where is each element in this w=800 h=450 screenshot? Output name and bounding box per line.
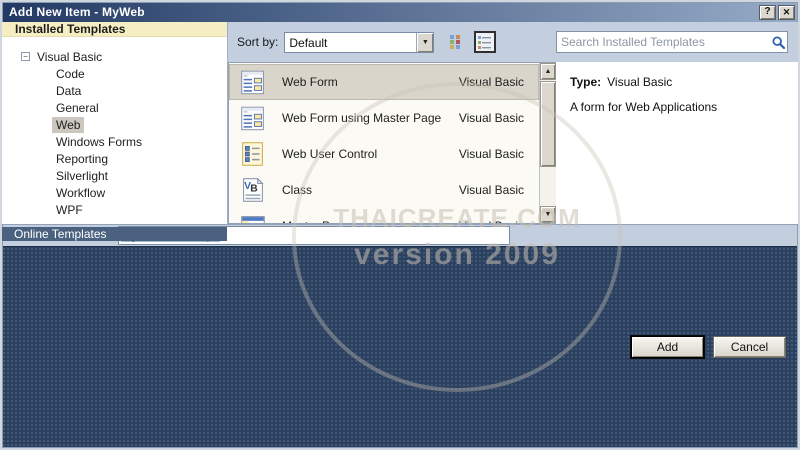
web-form-master-icon <box>238 103 268 133</box>
tree-item-wpf[interactable]: WPF <box>2 201 227 218</box>
dialog-body: THAICREATE.COM version 2009 Installed Te… <box>2 22 798 392</box>
small-icons-icon <box>478 36 492 49</box>
tree-item-label: Windows Forms <box>56 134 143 149</box>
add-button[interactable]: Add <box>631 336 704 359</box>
search-input[interactable] <box>557 35 769 49</box>
scroll-down-button[interactable]: ▼ <box>540 205 556 223</box>
tree-item-label: Silverlight <box>56 168 109 183</box>
tree-item-label: Data <box>56 83 82 98</box>
content-row: Web Form Visual Basic Web Form using Mas… <box>228 62 798 224</box>
scroll-track[interactable] <box>540 80 556 206</box>
type-label: Type: <box>570 75 602 89</box>
tree-item-code[interactable]: Code <box>2 65 227 82</box>
tree-item-data[interactable]: Data <box>2 82 227 99</box>
template-info-panel: Type: Visual Basic A form for Web Applica… <box>556 62 798 224</box>
list-item-web-user-control[interactable]: Web User Control Visual Basic <box>229 136 539 172</box>
list-item-web-form-using-master-page[interactable]: Web Form using Master Page Visual Basic <box>229 100 539 136</box>
help-button[interactable]: ? <box>759 4 776 20</box>
view-mode-buttons <box>446 31 497 53</box>
bottom-bar: Add Cancel <box>2 245 798 448</box>
template-description: A form for Web Applications <box>570 100 718 114</box>
installed-templates-header: Installed Templates <box>2 22 227 37</box>
close-icon: ✕ <box>782 6 791 17</box>
template-list-box: Web Form Visual Basic Web Form using Mas… <box>228 62 556 224</box>
window-title: Add New Item - MyWeb <box>9 5 145 19</box>
tree-item-windows-forms[interactable]: Windows Forms <box>2 133 227 150</box>
type-line: Type: Visual Basic <box>570 75 798 89</box>
search-icon[interactable] <box>769 35 787 49</box>
search-box[interactable] <box>556 31 788 53</box>
web-form-icon <box>238 67 268 97</box>
dropdown-arrow-icon[interactable]: ▼ <box>416 32 434 52</box>
scroll-thumb[interactable] <box>540 81 556 167</box>
sort-area: Sort by: Default ▼ <box>228 31 554 53</box>
sort-by-label: Sort by: <box>237 35 279 49</box>
tree-item-label: Code <box>56 66 85 81</box>
web-user-control-icon <box>238 139 268 169</box>
medium-icons-view-button[interactable] <box>446 31 468 53</box>
list-toolbar: Sort by: Default ▼ <box>228 22 798 62</box>
tree-root-visual-basic[interactable]: − Visual Basic <box>2 48 227 65</box>
tree-item-label: Workflow <box>56 185 106 200</box>
tree-item-reporting[interactable]: Reporting <box>2 150 227 167</box>
master-page-icon <box>238 211 268 223</box>
sort-by-value: Default <box>289 35 328 50</box>
tree-item-general[interactable]: General <box>2 99 227 116</box>
sort-by-select[interactable]: Default ▼ <box>284 31 435 53</box>
list-item-master-page[interactable]: Master Page Visual Basic <box>229 208 539 223</box>
scrollbar[interactable]: ▲ ▼ <box>539 63 556 223</box>
templates-tree: − Visual Basic Code Data General Web Win… <box>2 37 227 218</box>
tree-item-label: WPF <box>56 202 83 217</box>
tree-item-label: Web <box>52 116 85 133</box>
tree-root-label: Visual Basic <box>37 49 103 64</box>
list-item-class[interactable]: VB Class Visual Basic <box>229 172 539 208</box>
list-item-web-form[interactable]: Web Form Visual Basic <box>229 64 539 100</box>
tree-item-label: General <box>56 100 99 115</box>
center-right-area: Sort by: Default ▼ Search Installed Temp… <box>228 22 798 224</box>
close-button[interactable]: ✕ <box>778 4 795 20</box>
small-icons-view-button[interactable] <box>474 31 497 53</box>
medium-icons-icon <box>450 35 461 49</box>
type-value: Visual Basic <box>607 75 673 89</box>
tree-item-workflow[interactable]: Workflow <box>2 184 227 201</box>
cancel-button[interactable]: Cancel <box>713 336 786 359</box>
scroll-up-button[interactable]: ▲ <box>540 63 556 80</box>
add-new-item-dialog: Add New Item - MyWeb ? ✕ THAICREATE.COM … <box>0 0 800 450</box>
class-icon: VB <box>238 175 268 205</box>
collapse-icon[interactable]: − <box>21 52 30 61</box>
title-bar[interactable]: Add New Item - MyWeb ? ✕ <box>2 2 798 22</box>
tree-items: Code Data General Web Windows Forms Repo… <box>2 65 227 218</box>
template-list: Web Form Visual Basic Web Form using Mas… <box>229 63 539 223</box>
tree-item-web[interactable]: Web <box>2 116 227 133</box>
svg-text:B: B <box>250 183 257 194</box>
tree-item-silverlight[interactable]: Silverlight <box>2 167 227 184</box>
tree-item-label: Reporting <box>56 151 109 166</box>
help-icon: ? <box>764 6 771 17</box>
templates-sidebar: Installed Templates − Visual Basic Code … <box>2 22 228 241</box>
online-templates-header[interactable]: Online Templates <box>2 227 227 241</box>
